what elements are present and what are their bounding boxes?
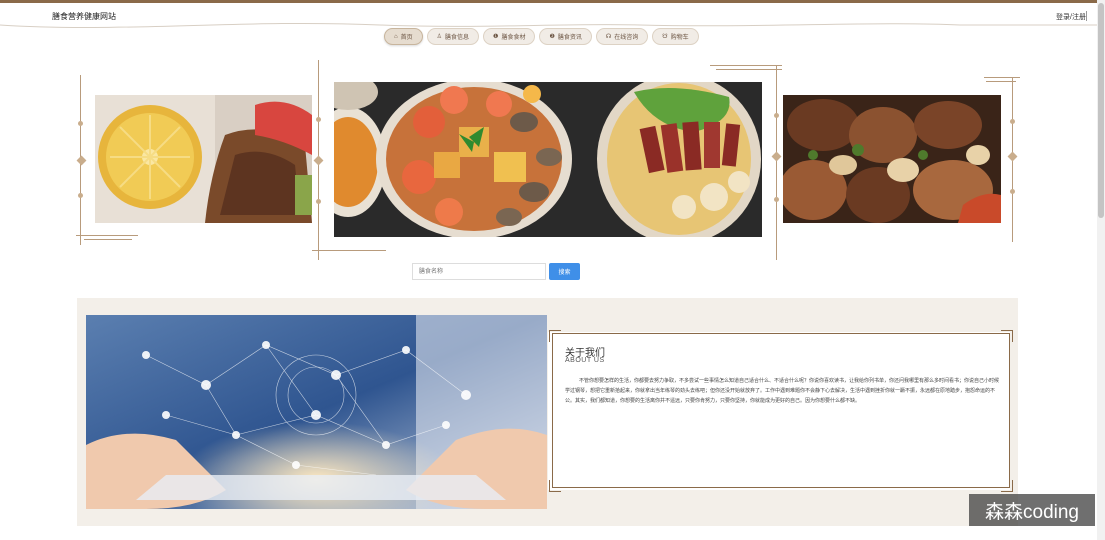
carousel-slide-right[interactable] (783, 95, 1001, 223)
carousel-decoration-line (76, 235, 138, 236)
frame-corner (1001, 480, 1013, 492)
nav-item-label: 购物车 (670, 35, 689, 41)
frame-corner (549, 330, 561, 342)
carousel-decoration-line (312, 250, 386, 251)
grilled-skewers-image (783, 95, 1001, 223)
carousel-slide-center[interactable] (334, 82, 762, 237)
watermark-label: 森森coding (969, 494, 1095, 526)
food-carousel (0, 55, 1105, 265)
search-input[interactable] (412, 263, 546, 280)
seafood-platter-image (334, 82, 762, 237)
nav-item-cart[interactable]: ☋ 购物车 (652, 28, 699, 45)
network-hands-image (86, 315, 547, 509)
nav-item-consult[interactable]: ☊ 在线咨询 (595, 28, 649, 45)
nav-item-label: 首页 (400, 35, 413, 41)
carousel-decoration-diamond (313, 155, 324, 166)
carousel-decoration-dot (1010, 119, 1015, 124)
nav-item-label: 膳食信息 (445, 35, 470, 41)
carousel-decoration-diamond (1007, 151, 1018, 162)
carousel-decoration-dot (774, 113, 779, 118)
nav-item-label: 在线咨询 (614, 35, 639, 41)
carousel-decoration-dot (78, 121, 83, 126)
lemon-steak-image (95, 95, 312, 223)
carousel-decoration-line (984, 77, 1020, 78)
main-nav: ⌂ 首页 ♙ 膳食信息 ❶ 膳食食材 ❷ 膳食资讯 ☊ 在线咨询 ☋ 购物车 (384, 28, 699, 45)
about-card-frame (552, 333, 1010, 488)
carousel-decoration-line (84, 239, 132, 240)
carousel-decoration-dot (78, 193, 83, 198)
carousel-decoration-line (710, 65, 782, 66)
carousel-slide-left[interactable] (95, 95, 312, 223)
carousel-decoration-dot (316, 117, 321, 122)
nav-item-label: 膳食食材 (501, 35, 526, 41)
carousel-decoration-dot (774, 197, 779, 202)
info-icon: ❶ (493, 33, 499, 40)
nav-item-ingredients[interactable]: ❶ 膳食食材 (483, 28, 536, 45)
home-icon: ⌂ (394, 33, 398, 40)
scrollbar-thumb[interactable] (1098, 3, 1104, 218)
about-image (86, 315, 547, 509)
frame-corner (1001, 330, 1013, 342)
search-bar: 搜索 (412, 263, 580, 280)
carousel-decoration-diamond (76, 155, 87, 166)
search-button[interactable]: 搜索 (549, 263, 580, 280)
question-icon: ❷ (549, 33, 555, 40)
user-icon: ♙ (436, 33, 443, 40)
cart-icon: ☋ (662, 33, 668, 40)
about-subtitle: ABOUT US (565, 357, 605, 364)
about-text: 不管你想要怎样的生活，你都要去努力争取，不多尝试一些事情怎么知道自己适合什么、不… (565, 378, 1000, 404)
carousel-decoration-dot (316, 199, 321, 204)
carousel-decoration-line (716, 69, 782, 70)
nav-item-diet-info[interactable]: ♙ 膳食信息 (426, 28, 480, 45)
nav-item-home[interactable]: ⌂ 首页 (384, 28, 423, 45)
about-section: 关于我们 ABOUT US 不管你想要怎样的生活，你都要去努力争取，不多尝试一些… (77, 298, 1018, 526)
carousel-decoration-diamond (771, 151, 782, 162)
frame-corner (549, 480, 561, 492)
carousel-decoration-dot (1010, 189, 1015, 194)
headset-icon: ☊ (605, 33, 612, 40)
nav-item-news[interactable]: ❷ 膳食资讯 (539, 28, 592, 45)
carousel-decoration-line (776, 65, 777, 260)
nav-item-label: 膳食资讯 (557, 35, 582, 41)
